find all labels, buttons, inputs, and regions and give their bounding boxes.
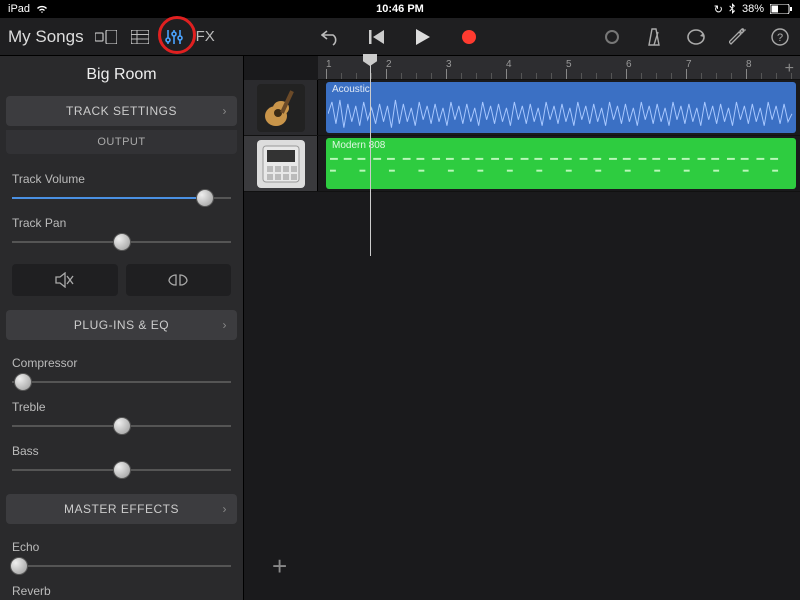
fx-button[interactable]: FX <box>196 28 215 45</box>
echo-label: Echo <box>12 540 231 554</box>
timeline-ruler[interactable]: + 12345678 <box>318 56 800 80</box>
audio-region[interactable]: Acoustic <box>326 82 796 133</box>
help-button[interactable]: ? <box>768 25 792 49</box>
plugins-header[interactable]: PLUG-INS & EQ › <box>6 310 237 340</box>
master-header[interactable]: MASTER EFFECTS › <box>6 494 237 524</box>
song-title: Big Room <box>0 56 243 92</box>
browser-view-icon[interactable] <box>94 25 118 49</box>
bass-label: Bass <box>12 444 231 458</box>
track-row: Modern 808 <box>244 136 800 192</box>
guitar-icon <box>257 84 305 132</box>
track-pan-label: Track Pan <box>12 216 231 230</box>
waveform-icon <box>328 94 794 133</box>
bluetooth-icon <box>729 3 736 15</box>
bass-slider[interactable] <box>12 460 231 480</box>
drum-machine-icon <box>257 140 305 188</box>
metronome-button[interactable] <box>642 25 666 49</box>
track-settings-label: TRACK SETTINGS <box>66 104 177 118</box>
solo-button[interactable] <box>126 264 232 296</box>
track-settings-header[interactable]: TRACK SETTINGS › <box>6 96 237 126</box>
echo-slider[interactable] <box>12 556 231 576</box>
clock: 10:46 PM <box>376 3 424 15</box>
treble-slider[interactable] <box>12 416 231 436</box>
track-header-drums[interactable] <box>244 136 318 191</box>
battery-icon <box>770 4 792 14</box>
track-pan-slider[interactable] <box>12 232 231 252</box>
record-button[interactable] <box>457 25 481 49</box>
loop-button[interactable] <box>684 25 708 49</box>
reverb-label: Reverb <box>12 584 231 598</box>
tracks-view-icon[interactable] <box>128 25 152 49</box>
master-label: MASTER EFFECTS <box>64 502 179 516</box>
orientation-lock-icon: ↻ <box>714 3 723 16</box>
chevron-right-icon: › <box>223 502 228 516</box>
status-bar: iPad 10:46 PM ↻ 38% <box>0 0 800 18</box>
rewind-button[interactable] <box>365 25 389 49</box>
track-header-guitar[interactable] <box>244 80 318 135</box>
battery-percent: 38% <box>742 3 764 15</box>
add-track-button[interactable]: + <box>272 551 287 582</box>
track-row: Acoustic <box>244 80 800 136</box>
svg-text:?: ? <box>777 32 783 44</box>
playhead[interactable] <box>370 56 371 256</box>
compressor-label: Compressor <box>12 356 231 370</box>
add-section-button[interactable]: + <box>785 60 794 78</box>
chevron-right-icon: › <box>223 318 228 332</box>
settings-button[interactable] <box>726 25 750 49</box>
output-header: OUTPUT <box>6 130 237 154</box>
compressor-slider[interactable] <box>12 372 231 392</box>
undo-button[interactable] <box>319 25 343 49</box>
back-button[interactable]: My Songs <box>8 27 84 47</box>
top-toolbar: My Songs FX <box>0 18 800 56</box>
track-volume-slider[interactable] <box>12 188 231 208</box>
chevron-right-icon: › <box>223 104 228 118</box>
device-label: iPad <box>8 3 30 15</box>
plugins-label: PLUG-INS & EQ <box>74 318 169 332</box>
play-button[interactable] <box>411 25 435 49</box>
sidebar: Big Room TRACK SETTINGS › OUTPUT Track V… <box>0 56 244 600</box>
mute-button[interactable] <box>12 264 118 296</box>
track-volume-label: Track Volume <box>12 172 231 186</box>
treble-label: Treble <box>12 400 231 414</box>
track-area: + 12345678 Acoustic <box>244 56 800 600</box>
wifi-icon <box>36 4 48 14</box>
marker-button[interactable] <box>600 25 624 49</box>
mixer-icon[interactable] <box>162 25 186 49</box>
region-label: Modern 808 <box>332 140 385 151</box>
midi-region[interactable]: Modern 808 <box>326 138 796 189</box>
midi-notes-icon <box>330 152 792 187</box>
